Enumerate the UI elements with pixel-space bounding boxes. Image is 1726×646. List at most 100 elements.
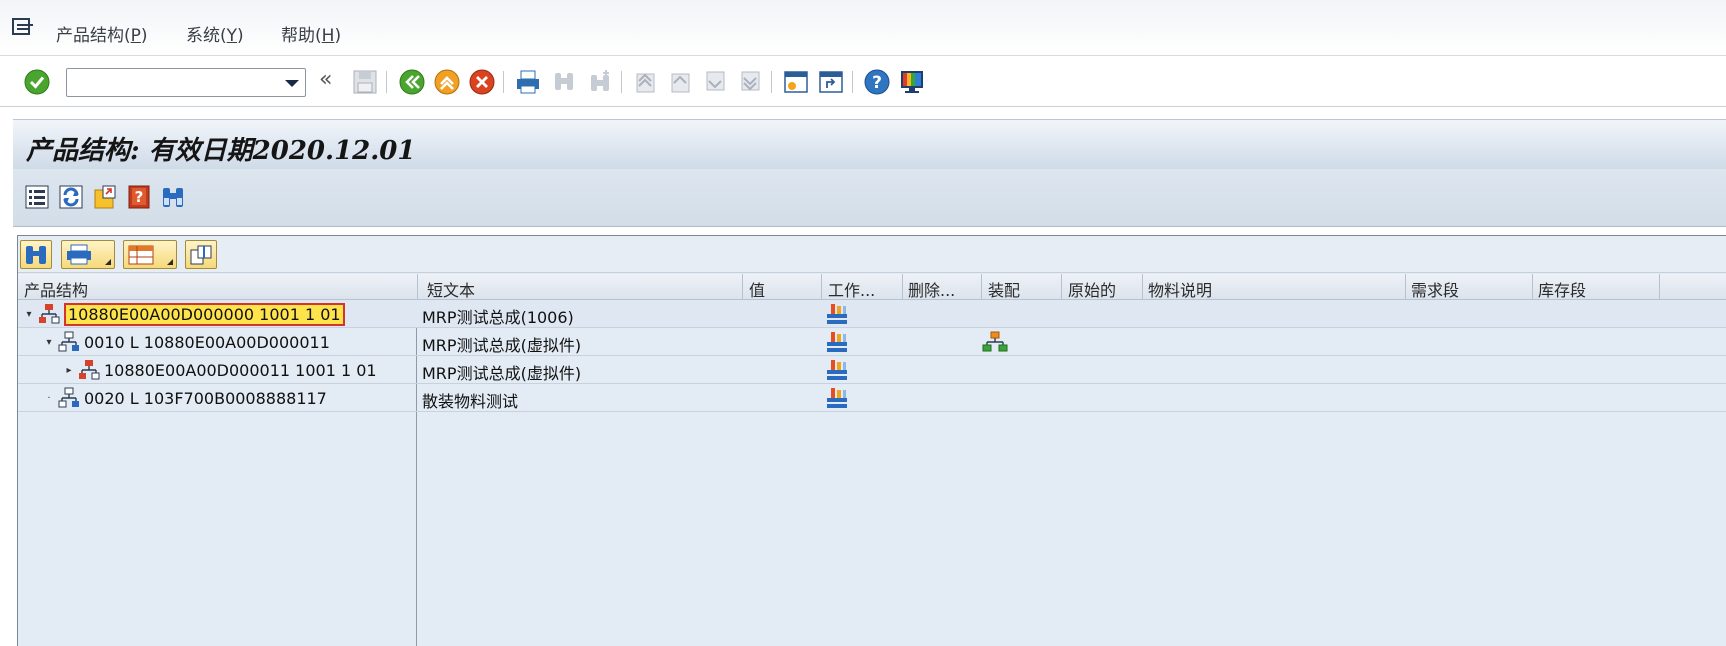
exit-icon <box>434 69 460 95</box>
column-divider[interactable] <box>417 274 418 300</box>
column-header-value[interactable]: 值 <box>749 277 819 301</box>
expand-toggle[interactable]: · <box>44 393 54 404</box>
column-divider[interactable] <box>1142 274 1143 300</box>
display-list-button[interactable] <box>22 182 52 212</box>
monitor-icon <box>901 71 923 93</box>
command-field[interactable] <box>66 68 306 97</box>
toolbar-separator <box>852 71 853 93</box>
create-shortcut-button[interactable] <box>816 67 846 97</box>
dropdown-arrow-icon <box>167 259 173 265</box>
column-header-original[interactable]: 原始的 <box>1068 277 1142 301</box>
tree-node-label[interactable]: 0010 L 10880E00A00D000011 <box>84 333 330 352</box>
column-header-material-description[interactable]: 物料说明 <box>1148 277 1408 301</box>
column-header-stock-segment[interactable]: 库存段 <box>1538 277 1658 301</box>
tree-layout-dropdown[interactable] <box>123 240 177 269</box>
expand-toggle[interactable]: ▾ <box>44 337 54 348</box>
column-divider[interactable] <box>1532 274 1533 300</box>
tree-find-button[interactable] <box>20 240 52 269</box>
system-menu-icon[interactable] <box>11 16 35 38</box>
column-divider[interactable] <box>742 274 743 300</box>
print-button[interactable] <box>513 67 543 97</box>
help-button[interactable]: ? <box>862 67 892 97</box>
toolbar-separator <box>386 71 387 93</box>
chevron-down-icon[interactable] <box>285 80 299 87</box>
menu-help[interactable]: 帮助(H) <box>281 21 341 46</box>
find-button[interactable] <box>549 67 579 97</box>
menu-product-structure[interactable]: 产品结构(P) <box>56 21 148 46</box>
save-button[interactable] <box>350 67 380 97</box>
find-next-button[interactable] <box>585 67 615 97</box>
menu-system[interactable]: 系统(Y) <box>186 21 244 46</box>
column-divider[interactable] <box>1659 274 1660 300</box>
bom-header-red-icon <box>39 304 60 324</box>
cancel-icon <box>469 69 495 95</box>
tree-node[interactable]: ▾ 0010 L 10880E00A00D000011 <box>44 328 330 356</box>
tree-column-button[interactable] <box>185 240 217 269</box>
page-title: 产品结构: 有效日期2020.12.01 <box>26 136 416 166</box>
tree-node-label[interactable]: 0020 L 103F700B0008888117 <box>84 389 327 408</box>
binoculars-icon <box>26 245 46 264</box>
cancel-button[interactable] <box>467 67 497 97</box>
exit-button[interactable] <box>432 67 462 97</box>
tree-node[interactable]: ▾ 10880E00A00D000000 1001 1 01 <box>24 300 345 328</box>
toolbar-separator <box>771 71 772 93</box>
bom-item-blue-icon <box>58 387 79 408</box>
previous-page-button[interactable] <box>665 67 695 97</box>
export-button[interactable] <box>90 182 120 212</box>
toolbar-separator <box>503 71 504 93</box>
work-center-icon[interactable] <box>824 330 850 354</box>
command-input[interactable] <box>67 69 272 96</box>
tree-node[interactable]: · 0020 L 103F700B0008888117 <box>44 384 327 412</box>
previous-page-icon <box>671 73 690 93</box>
refresh-button[interactable] <box>56 182 86 212</box>
work-center-icon[interactable] <box>824 386 850 410</box>
title-bar: 产品结构: 有效日期2020.12.01 <box>13 119 1726 169</box>
binoculars-icon <box>555 73 573 90</box>
customize-layout-button[interactable] <box>897 67 927 97</box>
history-back-glyph[interactable]: « <box>319 67 332 92</box>
first-page-button[interactable] <box>630 67 660 97</box>
column-header-assembly[interactable]: 装配 <box>988 277 1058 301</box>
tree-node[interactable]: ▸ 10880E00A00D000011 1001 1 01 <box>64 356 377 384</box>
last-page-button[interactable] <box>735 67 765 97</box>
back-icon <box>399 69 425 95</box>
documentation-button[interactable]: ? <box>124 182 154 212</box>
back-button[interactable] <box>397 67 427 97</box>
shortcut-icon <box>819 71 843 93</box>
column-divider[interactable] <box>821 274 822 300</box>
work-center-icon[interactable] <box>824 358 850 382</box>
column-header-work[interactable]: 工作... <box>828 277 902 301</box>
short-text-cell: MRP测试总成(1006) <box>422 308 574 327</box>
column-header-product-structure[interactable]: 产品结构 <box>24 277 414 301</box>
expand-toggle[interactable]: ▸ <box>64 365 74 376</box>
column-divider[interactable] <box>1405 274 1406 300</box>
work-center-icon[interactable] <box>824 302 850 326</box>
short-text-cell: MRP测试总成(虚拟件) <box>422 364 582 383</box>
next-page-button[interactable] <box>700 67 730 97</box>
tree-print-dropdown[interactable] <box>61 240 115 269</box>
column-header-requirements-segment[interactable]: 需求段 <box>1411 277 1531 301</box>
assembly-hierarchy-icon[interactable] <box>982 330 1008 354</box>
column-divider[interactable] <box>902 274 903 300</box>
expand-toggle[interactable]: ▾ <box>24 309 34 320</box>
column-divider[interactable] <box>981 274 982 300</box>
bom-header-red-icon <box>79 360 100 380</box>
tree-toolbar <box>18 236 1726 273</box>
last-page-icon <box>741 71 760 91</box>
enter-button[interactable] <box>22 67 52 97</box>
table-row[interactable]: ▾ 0010 L 10880E00A00D000011 MRP测试总成(虚拟件) <box>18 328 1726 356</box>
binoculars-icon <box>163 188 183 207</box>
table-row[interactable]: ▾ 10880E00A00D000000 1001 1 01 MRP测试总成(1… <box>18 300 1726 328</box>
column-header-delete[interactable]: 删除... <box>908 277 982 301</box>
column-header-short-text[interactable]: 短文本 <box>427 277 707 301</box>
search-button[interactable] <box>158 182 188 212</box>
new-session-button[interactable] <box>781 67 811 97</box>
column-divider[interactable] <box>1061 274 1062 300</box>
first-page-icon <box>636 73 655 93</box>
tree-node-label[interactable]: 10880E00A00D000011 1001 1 01 <box>104 361 377 380</box>
help-book-icon: ? <box>128 185 150 209</box>
table-row[interactable]: · 0020 L 103F700B0008888117 散装物料测试 <box>18 384 1726 412</box>
table-row[interactable]: ▸ 10880E00A00D000011 1001 1 01 MRP测试总成(虚… <box>18 356 1726 384</box>
next-page-icon <box>706 71 725 91</box>
tree-node-label[interactable]: 10880E00A00D000000 1001 1 01 <box>64 302 345 326</box>
